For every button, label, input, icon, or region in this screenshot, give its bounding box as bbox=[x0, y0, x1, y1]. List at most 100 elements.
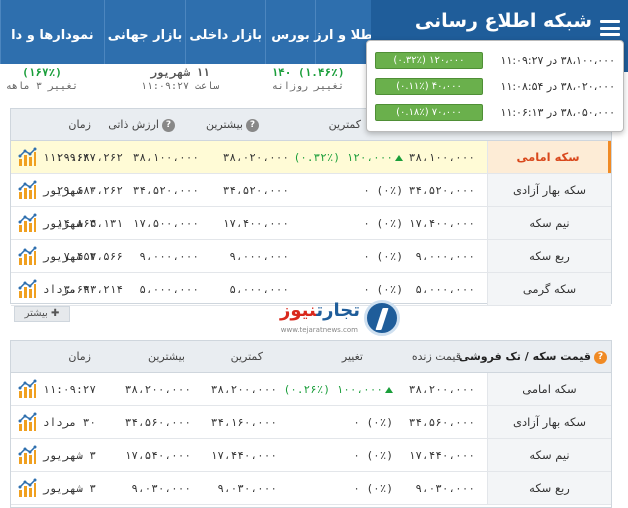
header-low: کمترین bbox=[230, 350, 263, 363]
nav-global-market[interactable]: بازار جهانی bbox=[103, 0, 186, 72]
table-row[interactable]: نیم سکه ۱۷،۴۴۰،۰۰۰ (۰٪) ۰ ۱۷،۴۴۰،۰۰۰ ۱۷،۵۴۰،… bbox=[11, 439, 611, 472]
single-sale-coin-table: ?قیمت سکه / تک فروشی قیمت زنده تغییر کمت… bbox=[10, 340, 612, 508]
row-low: ۳۴،۱۶۰،۰۰۰ bbox=[210, 416, 277, 429]
table-row[interactable]: نیم سکه ۱۷،۴۰۰،۰۰۰ (۰٪) ۰ ۱۷،۴۰۰،۰۰۰ ۱۷،۵۰۰،… bbox=[11, 207, 611, 240]
row-change: (۰٪) ۰ bbox=[353, 416, 393, 429]
table-row[interactable]: ربع سکه ۹،۰۳۰،۰۰۰ (۰٪) ۰ ۹،۰۳۰،۰۰۰ ۹،۰۳۰،۰۰۰… bbox=[11, 472, 611, 505]
help-icon[interactable]: ? bbox=[162, 118, 175, 132]
row-change: (۰٪) ۰ bbox=[363, 250, 403, 263]
row-name[interactable]: سکه بهار آزادی bbox=[487, 174, 611, 206]
help-icon[interactable]: ? bbox=[246, 118, 259, 132]
row-price: ۳۸،۲۰۰،۰۰۰ bbox=[408, 383, 475, 396]
row-change: ۱۰۰،۰۰۰ (۰.۲۶٪) bbox=[284, 383, 393, 396]
row-high: ۱۷،۵۴۰،۰۰۰ bbox=[124, 449, 191, 462]
popup-row: ۳۸،۰۲۰،۰۰۰ در ۱۱:۰۸:۵۴ ۴۰،۰۰۰ (۰.۱۱٪) bbox=[375, 73, 615, 99]
quarterly-change-summary: (۱۶۷٪) تغییر ۳ ماهه bbox=[5, 66, 79, 92]
nav-domestic-market[interactable]: بازار داخلی bbox=[185, 0, 265, 72]
row-time: ۳ شهریور bbox=[43, 217, 96, 230]
row-price: ۳۴،۵۲۰،۰۰۰ bbox=[408, 184, 475, 197]
row-name[interactable]: نیم سکه bbox=[487, 439, 611, 471]
row-name[interactable]: ربع سکه bbox=[487, 472, 611, 504]
row-high: ۳۴،۵۲۰،۰۰۰ bbox=[132, 184, 199, 197]
nav-bourse[interactable]: بورس bbox=[265, 0, 315, 72]
logo-text: تجارتنیوز bbox=[280, 300, 360, 321]
header-live: قیمت زنده bbox=[411, 350, 461, 363]
chart-icon[interactable] bbox=[17, 246, 37, 266]
row-high: ۳۸،۱۰۰،۰۰۰ bbox=[132, 151, 199, 164]
summary-strip: (۱.۴۶٪) ۱۴۰ تغییر روزانه ۱۱ شهریور ساعت … bbox=[0, 64, 370, 100]
row-price: ۳۴،۵۶۰،۰۰۰ bbox=[408, 416, 475, 429]
row-change: (۰٪) ۰ bbox=[353, 449, 393, 462]
header-high: ?بیشترین bbox=[206, 118, 259, 132]
header-time: زمان bbox=[68, 350, 91, 363]
plus-icon: ✚ bbox=[51, 308, 60, 319]
chart-icon[interactable] bbox=[17, 147, 37, 167]
row-low: ۱۷،۴۰۰،۰۰۰ bbox=[222, 217, 289, 230]
change-badge: ۷۰،۰۰۰ (۰.۱۸٪) bbox=[375, 103, 483, 121]
change-badge: ۱۲۰،۰۰۰ (۰.۳۲٪) bbox=[375, 51, 483, 69]
popup-row: ۳۸،۱۰۰،۰۰۰ در ۱۱:۰۹:۲۷ ۱۲۰،۰۰۰ (۰.۳۲٪) bbox=[375, 47, 615, 73]
tejarat-news-logo: تجارتنیوز www.tejaratnews.com bbox=[278, 296, 400, 344]
row-price: ۹،۰۳۰،۰۰۰ bbox=[415, 482, 475, 495]
row-change: (۰٪) ۰ bbox=[363, 217, 403, 230]
chart-icon[interactable] bbox=[17, 213, 37, 233]
row-high: ۳۴،۵۶۰،۰۰۰ bbox=[124, 416, 191, 429]
row-name[interactable]: سکه امامی bbox=[487, 141, 611, 173]
row-price: ۱۷،۴۴۰،۰۰۰ bbox=[408, 449, 475, 462]
row-price: ۳۸،۱۰۰،۰۰۰ bbox=[408, 151, 475, 164]
row-time: ۳ شهریور bbox=[43, 449, 96, 462]
table-row[interactable]: سکه امامی ۳۸،۲۰۰،۰۰۰ ۱۰۰،۰۰۰ (۰.۲۶٪) ۳۸،۲۰۰… bbox=[11, 373, 611, 406]
row-time: ۳۰ مرداد bbox=[43, 416, 96, 429]
help-icon[interactable]: ? bbox=[594, 350, 607, 364]
row-high: ۵،۰۰۰،۰۰۰ bbox=[139, 283, 199, 296]
coin-price-table: کمترین ?بیشترین ?ارزش ذاتی زمان سکه امام… bbox=[10, 108, 612, 306]
brand-title: شبکه اطلاع رسانی bbox=[414, 10, 592, 32]
row-time: ۱۱:۰۹:۲۷ bbox=[43, 151, 96, 164]
chart-icon[interactable] bbox=[17, 412, 37, 432]
row-price: ۱۷،۴۰۰،۰۰۰ bbox=[408, 217, 475, 230]
row-low: ۹،۰۰۰،۰۰۰ bbox=[229, 250, 289, 263]
row-high: ۱۷،۵۰۰،۰۰۰ bbox=[132, 217, 199, 230]
row-change: ۱۲۰،۰۰۰ (۰.۳۲٪) bbox=[294, 151, 403, 164]
menu-icon[interactable] bbox=[600, 20, 620, 36]
chart-icon[interactable] bbox=[17, 279, 37, 299]
logo-mark bbox=[364, 300, 400, 336]
row-name[interactable]: نیم سکه bbox=[487, 207, 611, 239]
row-name[interactable]: ربع سکه bbox=[487, 240, 611, 272]
row-name[interactable]: سکه گرمی bbox=[487, 273, 611, 305]
row-change: (۰٪) ۰ bbox=[353, 482, 393, 495]
header-low: کمترین bbox=[328, 118, 361, 131]
nav-charts[interactable]: نمودارها و دا bbox=[0, 0, 104, 72]
change-badge: ۴۰،۰۰۰ (۰.۱۱٪) bbox=[375, 77, 483, 95]
row-high: ۹،۰۳۰،۰۰۰ bbox=[131, 482, 191, 495]
row-low: ۵،۰۰۰،۰۰۰ bbox=[229, 283, 289, 296]
row-low: ۹،۰۳۰،۰۰۰ bbox=[217, 482, 277, 495]
up-arrow-icon bbox=[395, 155, 403, 161]
chart-icon[interactable] bbox=[17, 478, 37, 498]
row-low: ۱۷،۴۴۰،۰۰۰ bbox=[210, 449, 277, 462]
chart-icon[interactable] bbox=[17, 180, 37, 200]
table-row[interactable]: ربع سکه ۹،۰۰۰،۰۰۰ (۰٪) ۰ ۹،۰۰۰،۰۰۰ ۹،۰۰۰،۰۰۰… bbox=[11, 240, 611, 273]
row-high: ۳۸،۲۰۰،۰۰۰ bbox=[124, 383, 191, 396]
more-button[interactable]: ✚ بیشتر bbox=[14, 306, 70, 322]
row-low: ۳۴،۵۲۰،۰۰۰ bbox=[222, 184, 289, 197]
row-change: (۰٪) ۰ bbox=[363, 184, 403, 197]
nav-gold-currency[interactable]: طلا و ارز bbox=[314, 0, 373, 72]
row-name[interactable]: سکه امامی bbox=[487, 373, 611, 405]
table-row[interactable]: سکه بهار آزادی ۳۴،۵۲۰،۰۰۰ (۰٪) ۰ ۳۴،۵۲۰،۰۰۰… bbox=[11, 174, 611, 207]
table-row[interactable]: سکه امامی ۳۸،۱۰۰،۰۰۰ ۱۲۰،۰۰۰ (۰.۳۲٪) ۳۸،۰۲۰… bbox=[11, 141, 611, 174]
table-row[interactable]: سکه بهار آزادی ۳۴،۵۶۰،۰۰۰ (۰٪) ۰ ۳۴،۱۶۰،۰۰۰… bbox=[11, 406, 611, 439]
row-price: ۹،۰۰۰،۰۰۰ bbox=[415, 250, 475, 263]
row-low: ۳۸،۲۰۰،۰۰۰ bbox=[210, 383, 277, 396]
table-title: ?قیمت سکه / تک فروشی bbox=[459, 350, 607, 364]
price-history-popup: ۳۸،۱۰۰،۰۰۰ در ۱۱:۰۹:۲۷ ۱۲۰،۰۰۰ (۰.۳۲٪) ۳… bbox=[366, 40, 624, 132]
chart-icon[interactable] bbox=[17, 445, 37, 465]
table-header: ?قیمت سکه / تک فروشی قیمت زنده تغییر کمت… bbox=[11, 341, 611, 373]
row-time: ۱۱:۰۹:۲۷ bbox=[43, 383, 96, 396]
time-summary: ۱۱ شهریور ساعت ۱۱:۰۹:۲۷ bbox=[140, 66, 220, 92]
row-price: ۵،۰۰۰،۰۰۰ bbox=[415, 283, 475, 296]
chart-icon[interactable] bbox=[17, 379, 37, 399]
daily-change-summary: (۱.۴۶٪) ۱۴۰ تغییر روزانه bbox=[271, 66, 345, 92]
row-name[interactable]: سکه بهار آزادی bbox=[487, 406, 611, 438]
header-time: زمان bbox=[68, 118, 91, 131]
